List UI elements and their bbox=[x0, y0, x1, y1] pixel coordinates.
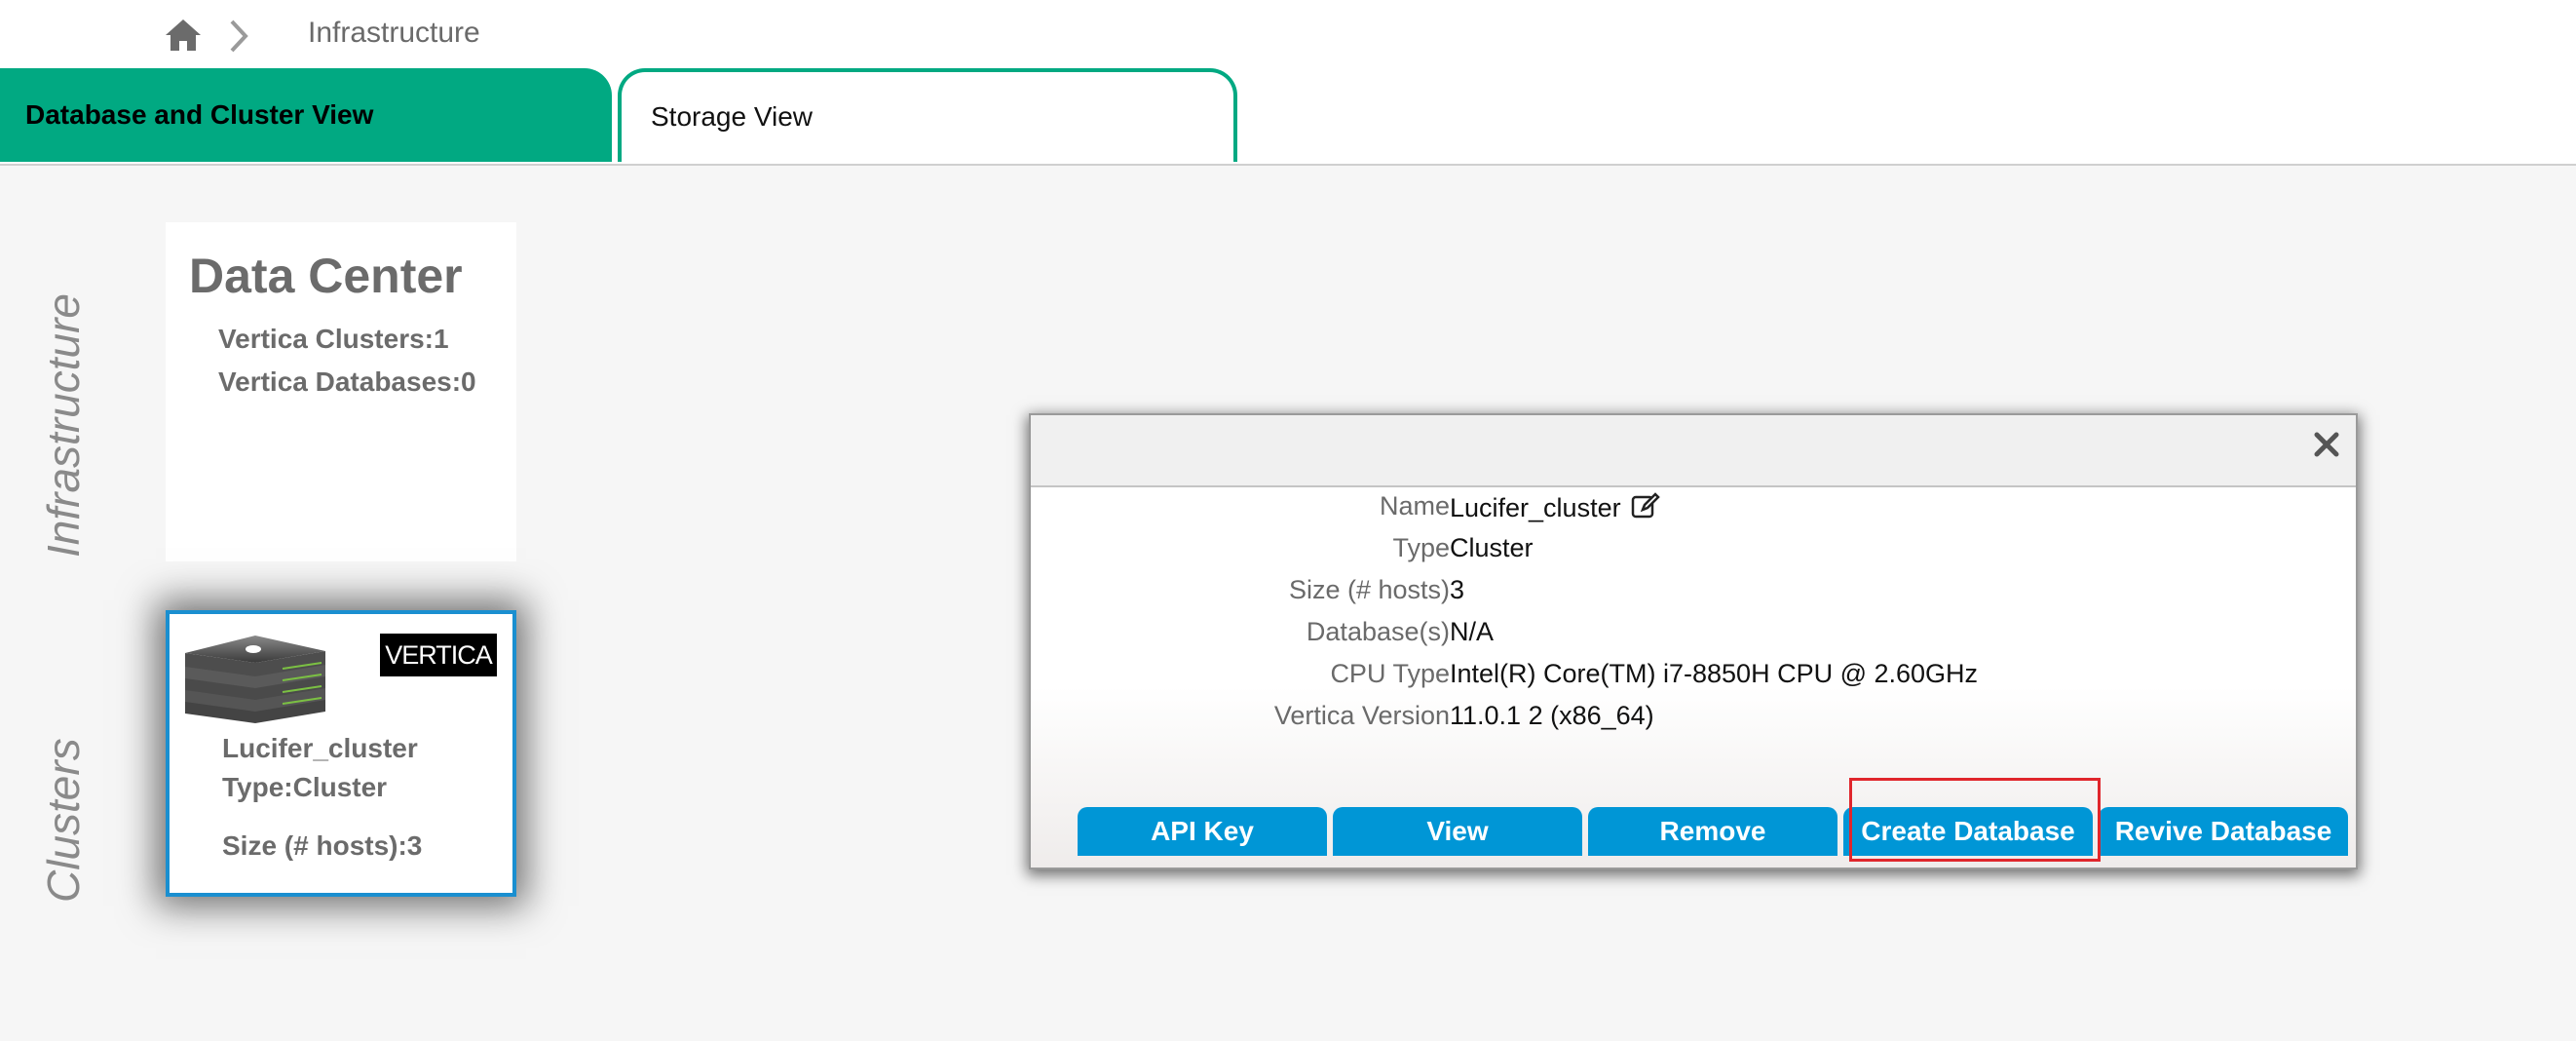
breadcrumb-current[interactable]: Infrastructure bbox=[308, 17, 480, 50]
view-button[interactable]: View bbox=[1333, 807, 1582, 856]
tab-storage-view[interactable]: Storage View bbox=[618, 68, 1237, 162]
info-value: N/A bbox=[1450, 617, 1495, 646]
remove-button[interactable]: Remove bbox=[1588, 807, 1837, 856]
info-label: Type bbox=[1392, 533, 1450, 562]
info-row-cpu-type: CPU Type Intel(R) Core(TM) i7-8850H CPU … bbox=[1031, 659, 2356, 698]
cluster-name-value: Lucifer_cluster bbox=[1450, 493, 1621, 522]
cluster-size: Size (# hosts):3 bbox=[222, 830, 423, 861]
breadcrumb: Infrastructure bbox=[0, 0, 2576, 70]
edit-icon[interactable] bbox=[1631, 491, 1660, 520]
cluster-name: Lucifer_cluster bbox=[222, 733, 418, 763]
info-label: CPU Type bbox=[1330, 659, 1450, 688]
server-stack-icon bbox=[185, 636, 325, 723]
info-row-vertica-version: Vertica Version 11.0.1 2 (x86_64) bbox=[1031, 701, 2356, 740]
tab-database-cluster-view[interactable]: Database and Cluster View bbox=[0, 68, 612, 162]
close-icon[interactable] bbox=[2311, 429, 2342, 460]
section-label-clusters: Clusters bbox=[38, 738, 89, 903]
vertica-logo: VERTICA bbox=[380, 634, 497, 676]
create-database-button[interactable]: Create Database bbox=[1843, 807, 2093, 856]
vertica-databases-count: Vertica Databases:0 bbox=[218, 366, 476, 397]
info-value: Lucifer_cluster bbox=[1450, 491, 1660, 523]
info-row-type: Type Cluster bbox=[1031, 533, 2356, 572]
cluster-card[interactable]: VERTICA Lucifer_cluster Type:Cluster Siz… bbox=[166, 610, 516, 897]
info-value: Cluster bbox=[1450, 533, 1534, 562]
data-center-title: Data Center bbox=[189, 249, 463, 303]
info-row-databases: Database(s) N/A bbox=[1031, 617, 2356, 656]
cluster-details-popup: Name Lucifer_cluster Type Cluster Size (… bbox=[1029, 413, 2358, 869]
cluster-type: Type:Cluster bbox=[222, 772, 388, 802]
info-value: Intel(R) Core(TM) i7-8850H CPU @ 2.60GHz bbox=[1450, 659, 1979, 688]
revive-database-button[interactable]: Revive Database bbox=[2099, 807, 2348, 856]
info-value: 3 bbox=[1450, 575, 1465, 604]
api-key-button[interactable]: API Key bbox=[1078, 807, 1327, 856]
chevron-right-icon bbox=[230, 19, 248, 53]
info-label: Name bbox=[1379, 491, 1450, 520]
info-label: Database(s) bbox=[1306, 617, 1450, 646]
info-row-size: Size (# hosts) 3 bbox=[1031, 575, 2356, 614]
popup-header bbox=[1031, 415, 2356, 487]
tab-bar: Database and Cluster View Storage View bbox=[0, 68, 2576, 166]
data-center-card[interactable]: Data Center Vertica Clusters:1 Vertica D… bbox=[166, 222, 516, 561]
info-value: 11.0.1 2 (x86_64) bbox=[1450, 701, 1654, 730]
info-row-name: Name Lucifer_cluster bbox=[1031, 491, 2356, 530]
section-label-infrastructure: Infrastructure bbox=[38, 293, 89, 558]
info-label: Vertica Version bbox=[1273, 701, 1450, 730]
home-icon[interactable] bbox=[164, 18, 203, 53]
vertica-clusters-count: Vertica Clusters:1 bbox=[218, 324, 449, 354]
info-label: Size (# hosts) bbox=[1288, 575, 1450, 604]
